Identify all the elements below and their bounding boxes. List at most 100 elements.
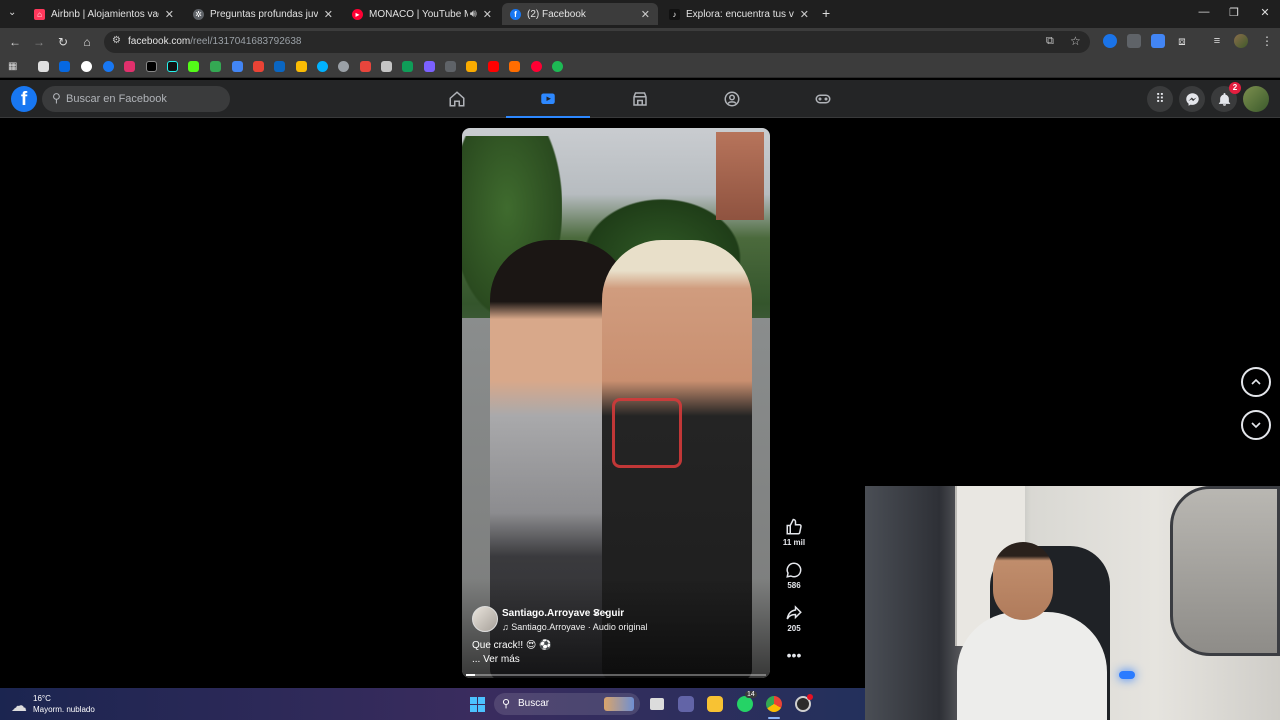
menu-grid-button[interactable]: ⠿: [1147, 86, 1173, 112]
like-button[interactable]: 11 mil: [780, 518, 808, 547]
tab-title: (2) Facebook: [527, 8, 586, 20]
extensions-puzzle-icon[interactable]: ⧈: [1175, 34, 1189, 48]
close-icon[interactable]: ✕: [800, 8, 809, 21]
site-info-icon[interactable]: ⚙: [112, 35, 121, 46]
share-count: 205: [787, 624, 801, 633]
apps-grid-icon[interactable]: ▦: [8, 61, 19, 72]
tab-airbnb[interactable]: ⌂ Airbnb | Alojamientos vacacion ✕: [26, 3, 182, 25]
extension-blue-icon[interactable]: [1151, 34, 1165, 48]
bookmark-meta-icon[interactable]: [59, 61, 70, 72]
bookmark-icon[interactable]: [317, 61, 328, 72]
tab-youtube-music[interactable]: ▸ MONACO | YouTube Music 🔊︎ ✕: [344, 3, 500, 25]
weather-temperature[interactable]: 16°C: [33, 694, 51, 703]
messenger-button[interactable]: [1179, 86, 1205, 112]
account-avatar[interactable]: [1243, 86, 1269, 112]
bookmark-google-icon[interactable]: [81, 61, 92, 72]
tab-preguntas[interactable]: ✲ Preguntas profundas juveniles ✕: [185, 3, 341, 25]
video-progress-bar[interactable]: [466, 674, 766, 676]
weather-cloud-icon[interactable]: ☁: [11, 696, 27, 716]
taskbar-search[interactable]: ⚲ Buscar: [494, 693, 640, 715]
nav-groups[interactable]: [690, 80, 774, 118]
bookmark-icon[interactable]: [445, 61, 456, 72]
bookmark-icon[interactable]: [38, 61, 49, 72]
next-reel-button[interactable]: [1241, 410, 1271, 440]
bookmark-icon[interactable]: [381, 61, 392, 72]
bookmark-youtube-icon[interactable]: [488, 61, 499, 72]
new-tab-icon[interactable]: +: [822, 5, 830, 21]
bookmark-drive-icon[interactable]: [296, 61, 307, 72]
close-icon[interactable]: ✕: [483, 8, 492, 21]
forward-icon[interactable]: →: [31, 34, 47, 50]
bookmark-icon[interactable]: [338, 61, 349, 72]
follow-button[interactable]: Seguir: [593, 608, 624, 619]
previous-reel-button[interactable]: [1241, 367, 1271, 397]
nav-marketplace[interactable]: [598, 80, 682, 118]
share-icon: [786, 605, 802, 620]
file-explorer-icon[interactable]: [707, 696, 723, 712]
bookmark-linkedin-icon[interactable]: [274, 61, 285, 72]
speaker-icon[interactable]: 🔊︎: [470, 8, 477, 21]
close-icon[interactable]: ✕: [324, 8, 333, 21]
window-close-icon[interactable]: ✕: [1250, 6, 1280, 19]
close-icon[interactable]: ✕: [165, 8, 174, 21]
bookmark-instagram-icon[interactable]: [124, 61, 135, 72]
bookmark-x-icon[interactable]: [146, 61, 157, 72]
bookmark-star-icon[interactable]: ☆: [1070, 34, 1081, 48]
bookmark-youtube-music-icon[interactable]: [531, 61, 542, 72]
close-icon[interactable]: ✕: [641, 8, 650, 21]
minimize-icon[interactable]: —: [1189, 6, 1219, 18]
bookmark-kick-icon[interactable]: [188, 61, 199, 72]
back-icon[interactable]: ←: [7, 34, 23, 50]
menu-kebab-icon[interactable]: ⋮: [1260, 34, 1274, 48]
bell-icon: [1218, 92, 1230, 106]
nav-gaming[interactable]: [781, 80, 865, 118]
comment-button[interactable]: 586: [780, 561, 808, 590]
bookmark-icon[interactable]: [232, 61, 243, 72]
bookmark-facebook-icon[interactable]: [103, 61, 114, 72]
facebook-search[interactable]: ⚲: [42, 86, 230, 112]
nav-video[interactable]: [506, 80, 590, 118]
maximize-icon[interactable]: ❐: [1219, 6, 1249, 19]
bookmark-icon[interactable]: [402, 61, 413, 72]
chrome-icon[interactable]: [766, 696, 782, 712]
address-bar[interactable]: ⚙ facebook.com/reel/1317041683792638 ⧉ ☆: [104, 31, 1090, 53]
bookmark-spotify-icon[interactable]: [552, 61, 563, 72]
facebook-logo[interactable]: f: [11, 86, 37, 112]
task-view-icon[interactable]: [650, 698, 664, 710]
home-icon[interactable]: ⌂: [79, 34, 95, 50]
weather-condition[interactable]: Mayorm. nublado: [33, 705, 95, 714]
profile-avatar[interactable]: [1234, 34, 1248, 48]
bookmark-icon[interactable]: [466, 61, 477, 72]
author-name[interactable]: Santiago.Arroyave ✓ ·: [502, 608, 608, 619]
teams-icon[interactable]: [678, 696, 694, 712]
windows-start-icon[interactable]: [470, 697, 485, 712]
extension-shield-icon[interactable]: [1103, 34, 1117, 48]
extension-grid-icon[interactable]: [1127, 34, 1141, 48]
reading-list-icon[interactable]: ≡: [1210, 34, 1224, 48]
bookmark-icon[interactable]: [360, 61, 371, 72]
audio-link[interactable]: ♫ Santiago.Arroyave · Audio original: [502, 622, 647, 632]
tab-tiktok[interactable]: ♪ Explora: encuentra tus videos fa ✕: [661, 3, 817, 25]
bookmark-icon[interactable]: [210, 61, 221, 72]
tab-facebook[interactable]: f (2) Facebook ✕: [502, 3, 658, 25]
more-options-button[interactable]: •••: [780, 648, 808, 662]
tab-search-dropdown-icon[interactable]: ⌄: [8, 7, 16, 18]
browser-tab-bar: ⌄ ⌂ Airbnb | Alojamientos vacacion ✕ ✲ P…: [0, 0, 1280, 28]
whatsapp-badge: 14: [745, 691, 757, 698]
install-app-icon[interactable]: ⧉: [1046, 35, 1054, 48]
share-button[interactable]: 205: [780, 604, 808, 633]
chrome-active-indicator: [768, 717, 780, 719]
author-avatar[interactable]: [472, 606, 498, 632]
bookmark-tiktok-icon[interactable]: [167, 61, 178, 72]
reel-video[interactable]: Santiago.Arroyave ✓ · Seguir ♫ Santiago.…: [462, 128, 770, 678]
chatgpt-icon: ✲: [193, 8, 204, 20]
whatsapp-icon[interactable]: [737, 696, 753, 712]
recording-dot-icon: [807, 694, 813, 700]
bookmark-icon[interactable]: [253, 61, 264, 72]
reload-icon[interactable]: ↻: [55, 34, 71, 50]
bookmark-icon[interactable]: [424, 61, 435, 72]
nav-home[interactable]: [415, 80, 499, 118]
search-input[interactable]: [66, 90, 226, 108]
bookmark-icon[interactable]: [509, 61, 520, 72]
see-more-link[interactable]: ... Ver más: [472, 654, 520, 665]
